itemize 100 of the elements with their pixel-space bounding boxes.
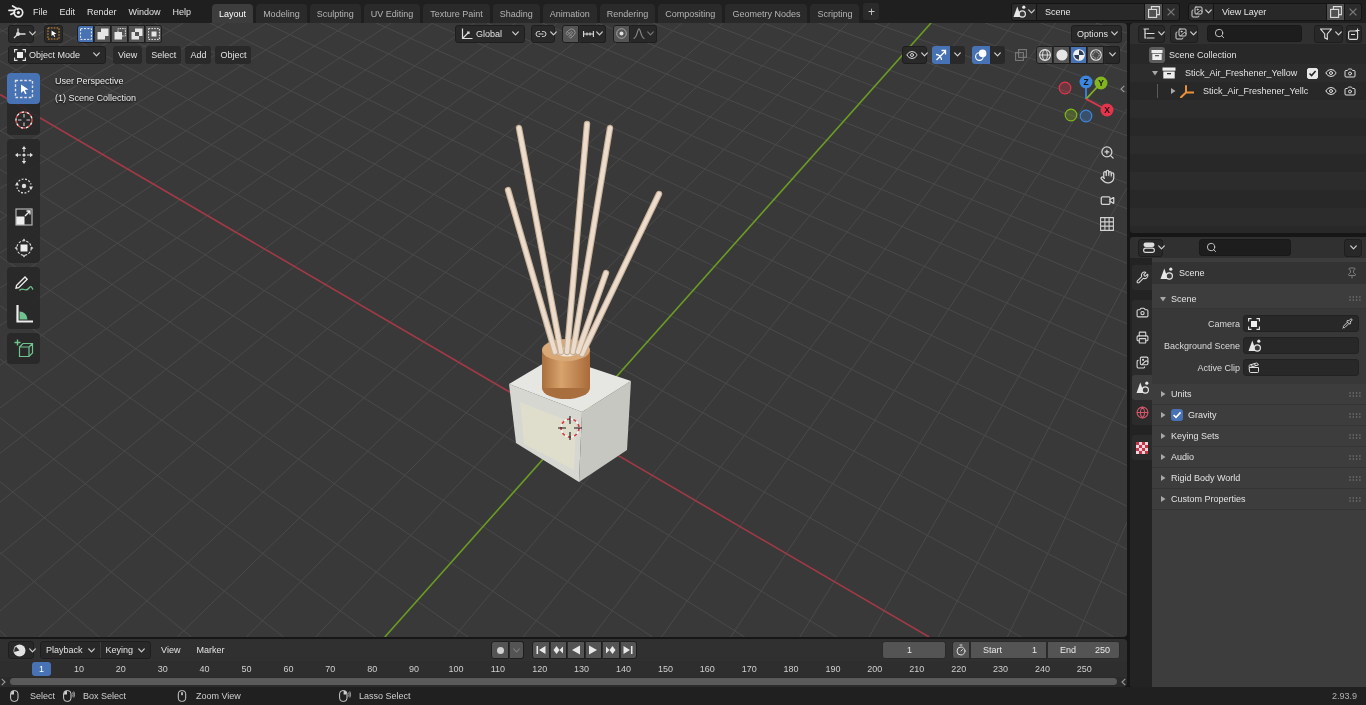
expand-arrow-icon[interactable]	[1170, 88, 1176, 94]
close-icon[interactable]	[1349, 7, 1357, 16]
select-mode-button[interactable]	[94, 24, 111, 43]
menu-item[interactable]: File	[27, 2, 54, 21]
chevron-right-icon[interactable]	[1, 677, 6, 686]
view-layer-name-field[interactable]: View Layer	[1214, 2, 1327, 21]
select-mode-button[interactable]	[145, 24, 162, 43]
playback-button[interactable]	[549, 641, 567, 659]
menu-dropdown[interactable]: Keying	[99, 642, 151, 658]
remove-button[interactable]	[1345, 2, 1362, 21]
negative-axis-icon[interactable]	[1058, 81, 1072, 95]
start-frame-field[interactable]: Start 1	[970, 641, 1047, 659]
workspace-tab[interactable]: Geometry Nodes	[725, 4, 808, 23]
scene-browse-button[interactable]	[1011, 2, 1037, 21]
expand-arrow-icon[interactable]	[1160, 475, 1166, 481]
playhead[interactable]: 1	[32, 662, 51, 676]
playback-button[interactable]	[567, 641, 585, 659]
auto-keying-toggle[interactable]	[491, 641, 509, 659]
object-picker-field[interactable]	[1243, 337, 1359, 354]
camera-icon[interactable]	[1344, 67, 1356, 79]
proportional-edit-toggle[interactable]	[613, 24, 630, 43]
workspace-tab[interactable]: Scripting	[810, 4, 860, 23]
select-mode-button[interactable]	[128, 24, 145, 43]
duplicate-button[interactable]	[1145, 2, 1163, 21]
view-layer-browse-button[interactable]	[1188, 2, 1214, 21]
menu-item[interactable]: Add	[185, 45, 212, 64]
chevron-left-icon[interactable]	[1121, 677, 1126, 686]
display-mode-button[interactable]	[1170, 24, 1198, 43]
menu-item[interactable]: Help	[166, 2, 198, 21]
workspace-tab[interactable]: Animation	[542, 4, 597, 23]
dropdown-button[interactable]	[1344, 238, 1362, 257]
end-frame-field[interactable]: End 250	[1047, 641, 1120, 659]
menu-item[interactable]: Object	[215, 45, 252, 64]
negative-axis-icon[interactable]	[1079, 109, 1093, 123]
menu-item[interactable]: Render	[81, 2, 123, 21]
orientation-dropdown[interactable]: Global	[455, 24, 525, 43]
eye-icon[interactable]	[1325, 85, 1337, 97]
expand-arrow-icon[interactable]	[1152, 70, 1158, 76]
pin-icon[interactable]	[1346, 267, 1358, 279]
menu-dropdown[interactable]: Playback	[41, 642, 100, 658]
expand-arrow-icon[interactable]	[1160, 412, 1166, 418]
close-icon[interactable]	[1167, 7, 1175, 16]
app-logo-icon[interactable]	[8, 5, 24, 18]
gizmo-toggle[interactable]	[932, 45, 950, 64]
workspace-tab[interactable]: Layout	[212, 4, 254, 23]
hand-icon[interactable]	[1099, 169, 1115, 184]
object-picker-field[interactable]	[1243, 315, 1359, 332]
select-mode-button[interactable]	[111, 24, 128, 43]
menu-item[interactable]: Marker	[190, 645, 231, 655]
shading-mode-button[interactable]	[1087, 45, 1104, 64]
expand-arrow-icon[interactable]	[1160, 391, 1166, 397]
negative-axis-icon[interactable]	[1064, 108, 1078, 122]
menu-item[interactable]: View	[113, 45, 143, 64]
remove-button[interactable]	[1163, 2, 1180, 21]
eye-icon[interactable]	[1325, 67, 1337, 79]
outliner-item[interactable]: Stick_Air_Freshener_Yellow	[1185, 68, 1298, 78]
dropdown-button[interactable]	[1104, 45, 1120, 64]
outliner-item[interactable]: Stick_Air_Freshener_Yellc	[1203, 86, 1309, 96]
expand-arrow-icon[interactable]	[1160, 295, 1166, 302]
editor-type-button[interactable]	[1138, 238, 1163, 257]
object-picker-field[interactable]	[1243, 359, 1359, 376]
workspace-tab[interactable]: Modeling	[256, 4, 307, 23]
checkbox[interactable]	[1171, 409, 1183, 421]
workspace-tab[interactable]: Compositing	[658, 4, 723, 23]
duplicate-button[interactable]	[1327, 2, 1345, 21]
shading-mode-button[interactable]	[1036, 45, 1053, 64]
shading-mode-button[interactable]	[1053, 45, 1070, 64]
workspace-tab[interactable]: Texture Paint	[423, 4, 490, 23]
camera-icon[interactable]	[1344, 85, 1356, 97]
new-collection-button[interactable]	[1346, 24, 1362, 43]
filter-button[interactable]	[1314, 24, 1343, 43]
eyedropper-icon[interactable]	[1342, 318, 1353, 329]
editor-type-button[interactable]	[8, 24, 34, 43]
zoom-icon[interactable]	[1099, 145, 1115, 160]
search-field[interactable]	[1199, 239, 1291, 256]
preview-range-toggle[interactable]	[952, 641, 970, 659]
snap-toggle[interactable]	[562, 24, 579, 43]
active-tool-button[interactable]	[44, 24, 63, 43]
playback-button[interactable]	[602, 641, 620, 659]
expand-arrow-icon[interactable]	[1160, 454, 1166, 460]
menu-item[interactable]: Edit	[53, 2, 82, 21]
editor-type-button[interactable]	[1138, 24, 1165, 43]
search-field[interactable]	[1207, 25, 1302, 42]
chevron-left-icon[interactable]	[1120, 85, 1125, 93]
expand-arrow-icon[interactable]	[1160, 433, 1166, 439]
workspace-tab[interactable]: UV Editing	[363, 4, 421, 23]
grid-icon[interactable]	[1100, 217, 1114, 231]
overlay-toggle[interactable]	[972, 45, 990, 64]
options-dropdown[interactable]: Options	[1071, 24, 1122, 43]
scene-name-field[interactable]: Scene	[1037, 2, 1145, 21]
current-frame-field[interactable]: 1	[882, 641, 946, 659]
menu-item[interactable]: View	[155, 645, 187, 655]
menu-item[interactable]: Window	[122, 2, 167, 21]
workspace-tab[interactable]: Shading	[492, 4, 540, 23]
workspace-tab[interactable]: Sculpting	[309, 4, 361, 23]
outliner-item[interactable]: Scene Collection	[1169, 50, 1237, 60]
select-mode-button[interactable]	[77, 24, 94, 43]
pivot-dropdown[interactable]	[531, 24, 555, 43]
falloff-dropdown[interactable]	[630, 24, 657, 43]
expand-arrow-icon[interactable]	[1160, 496, 1166, 502]
